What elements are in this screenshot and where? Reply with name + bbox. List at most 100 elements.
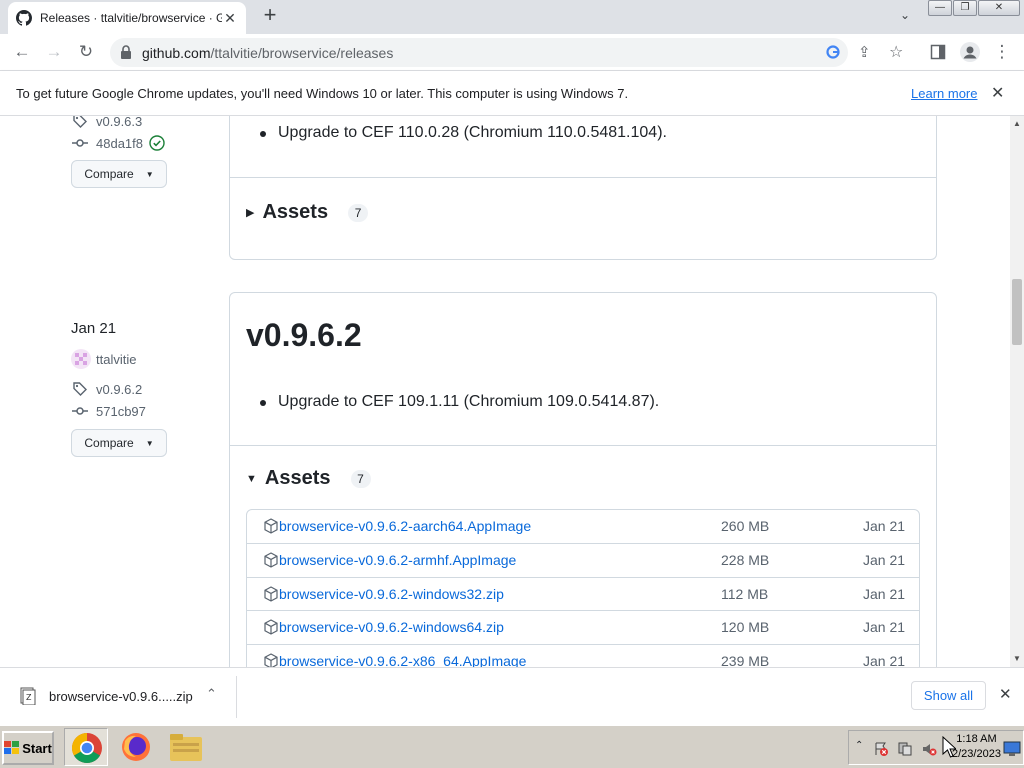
side-panel-icon[interactable]: [930, 44, 946, 60]
divider: [230, 445, 936, 446]
release-tag[interactable]: v0.9.6.2: [72, 381, 142, 397]
asset-size: 120 MB: [721, 619, 770, 635]
windows-logo-icon: [4, 741, 20, 754]
asset-size: 239 MB: [721, 653, 770, 667]
verified-check-icon: [149, 135, 165, 151]
release-commit[interactable]: 48da1f8: [72, 135, 173, 151]
asset-date: Jan 21: [863, 552, 906, 568]
asset-size: 260 MB: [721, 518, 770, 534]
address-bar[interactable]: github.com/ttalvitie/browservice/release…: [110, 38, 903, 67]
browser-toolbar: ← → ↻ github.com/ttalvitie/browservice/r…: [0, 34, 1024, 71]
infobar-message: To get future Google Chrome updates, you…: [16, 86, 629, 101]
page-scrollbar[interactable]: ▲ ▼: [1010, 116, 1024, 667]
asset-date: Jan 21: [863, 653, 906, 667]
tab-releases[interactable]: Releases · ttalvitie/browservice · GitHu…: [8, 2, 246, 34]
release-author[interactable]: ttalvitie: [71, 349, 136, 369]
release-commit[interactable]: 571cb97: [72, 403, 146, 419]
mouse-cursor-icon: [942, 736, 956, 758]
chrome-taskbar-button[interactable]: [64, 728, 108, 766]
list-item[interactable]: browservice-v0.9.6.2-windows64.zip 120 M…: [247, 610, 919, 643]
avatar: [71, 349, 91, 369]
back-arrow-icon[interactable]: ←: [12, 42, 32, 62]
package-icon: [264, 518, 278, 534]
folder-icon: [170, 734, 202, 761]
release-tag[interactable]: v0.9.6.3: [72, 116, 142, 129]
explorer-taskbar-button[interactable]: [164, 728, 208, 766]
release-card: Upgrade to CEF 110.0.28 (Chromium 110.0.…: [229, 116, 937, 260]
infobar-close-icon[interactable]: ✕: [991, 83, 1004, 103]
list-item[interactable]: browservice-v0.9.6.2-x86_64.AppImage 239…: [247, 644, 919, 667]
release-title[interactable]: v0.9.6.2: [246, 317, 362, 354]
forward-arrow-icon[interactable]: →: [44, 42, 64, 62]
tab-title: Releases · ttalvitie/browservice · GitHu…: [40, 11, 222, 25]
triangle-right-icon: ▶: [246, 207, 255, 219]
list-item[interactable]: browservice-v0.9.6.2-aarch64.AppImage 26…: [247, 510, 919, 543]
package-icon: [264, 552, 278, 568]
release-card: v0.9.6.2 Upgrade to CEF 109.1.11 (Chromi…: [229, 292, 937, 667]
start-button[interactable]: Start: [2, 731, 54, 765]
list-item[interactable]: browservice-v0.9.6.2-armhf.AppImage 228 …: [247, 543, 919, 576]
package-icon: [264, 653, 278, 667]
download-shelf-close-icon[interactable]: ✕: [999, 685, 1012, 703]
commit-icon: [72, 407, 88, 415]
assets-toggle[interactable]: ▶ Assets 7: [246, 201, 369, 224]
scrollbar-thumb[interactable]: [1012, 279, 1022, 345]
asset-link[interactable]: browservice-v0.9.6.2-windows32.zip: [279, 586, 504, 602]
show-desktop-icon[interactable]: [1003, 741, 1021, 757]
package-icon: [264, 586, 278, 602]
share-icon[interactable]: ⇪: [858, 43, 871, 61]
scroll-up-arrow-icon[interactable]: ▲: [1013, 119, 1021, 128]
divider: [236, 676, 237, 718]
download-filename[interactable]: browservice-v0.9.6.....zip: [49, 689, 193, 704]
asset-date: Jan 21: [863, 586, 906, 602]
google-icon[interactable]: [826, 45, 840, 59]
firefox-icon: [122, 733, 150, 761]
caret-down-icon: ▼: [145, 438, 154, 448]
restore-button[interactable]: ❐: [953, 0, 977, 16]
action-center-flag-icon[interactable]: [873, 741, 889, 757]
url-text: github.com/ttalvitie/browservice/release…: [142, 45, 394, 61]
download-shelf: Z browservice-v0.9.6.....zip ⌃ Show all …: [0, 667, 1024, 725]
asset-link[interactable]: browservice-v0.9.6.2-armhf.AppImage: [279, 552, 516, 568]
tab-strip: Releases · ttalvitie/browservice · GitHu…: [0, 0, 1024, 34]
tag-icon: [73, 116, 87, 128]
show-hidden-icons-icon[interactable]: ⌃: [855, 740, 863, 751]
profile-avatar-icon[interactable]: [960, 42, 980, 62]
taskbar-clock[interactable]: 1:18 AM 2/23/2023: [952, 732, 1001, 762]
tab-close-icon[interactable]: ✕: [222, 10, 238, 27]
asset-size: 112 MB: [721, 586, 769, 602]
windows-taskbar: Start ⌃ 1:18 AM 2/23/2023: [0, 725, 1024, 768]
firefox-taskbar-button[interactable]: [114, 728, 158, 766]
compare-button[interactable]: Compare ▼: [71, 429, 167, 457]
divider: [230, 177, 936, 178]
network-icon[interactable]: [897, 741, 913, 757]
scroll-down-arrow-icon[interactable]: ▼: [1013, 654, 1021, 663]
tab-search-icon[interactable]: ⌄: [896, 8, 914, 26]
assets-list: browservice-v0.9.6.2-aarch64.AppImage 26…: [246, 509, 920, 667]
reload-icon[interactable]: ↻: [76, 42, 96, 62]
zip-file-icon: Z: [20, 687, 36, 705]
compare-button[interactable]: Compare ▼: [71, 160, 167, 188]
release-note: Upgrade to CEF 109.1.11 (Chromium 109.0.…: [259, 393, 660, 410]
release-note: Upgrade to CEF 110.0.28 (Chromium 110.0.…: [260, 124, 667, 141]
volume-muted-icon[interactable]: [921, 741, 937, 757]
bookmark-star-icon[interactable]: ☆: [889, 42, 903, 62]
menu-kebab-icon[interactable]: ⋮: [992, 42, 1012, 62]
tag-icon: [73, 382, 87, 396]
list-item[interactable]: browservice-v0.9.6.2-windows32.zip 112 M…: [247, 577, 919, 610]
chrome-update-infobar: To get future Google Chrome updates, you…: [0, 71, 1024, 116]
asset-link[interactable]: browservice-v0.9.6.2-aarch64.AppImage: [279, 518, 531, 534]
package-icon: [264, 619, 278, 635]
close-window-button[interactable]: ✕: [978, 0, 1020, 16]
assets-toggle[interactable]: ▼ Assets 7: [246, 467, 371, 490]
releases-page: v0.9.6.3 48da1f8 Compare ▼ Upgrade to CE…: [0, 116, 1010, 667]
learn-more-link[interactable]: Learn more: [911, 86, 977, 101]
github-icon: [16, 10, 32, 26]
minimize-button[interactable]: —: [928, 0, 952, 16]
new-tab-button[interactable]: +: [258, 4, 282, 28]
asset-link[interactable]: browservice-v0.9.6.2-x86_64.AppImage: [279, 653, 526, 667]
show-all-button[interactable]: Show all: [911, 681, 986, 710]
asset-link[interactable]: browservice-v0.9.6.2-windows64.zip: [279, 619, 504, 635]
svg-text:Z: Z: [26, 693, 32, 702]
chevron-up-icon[interactable]: ⌃: [206, 686, 217, 702]
